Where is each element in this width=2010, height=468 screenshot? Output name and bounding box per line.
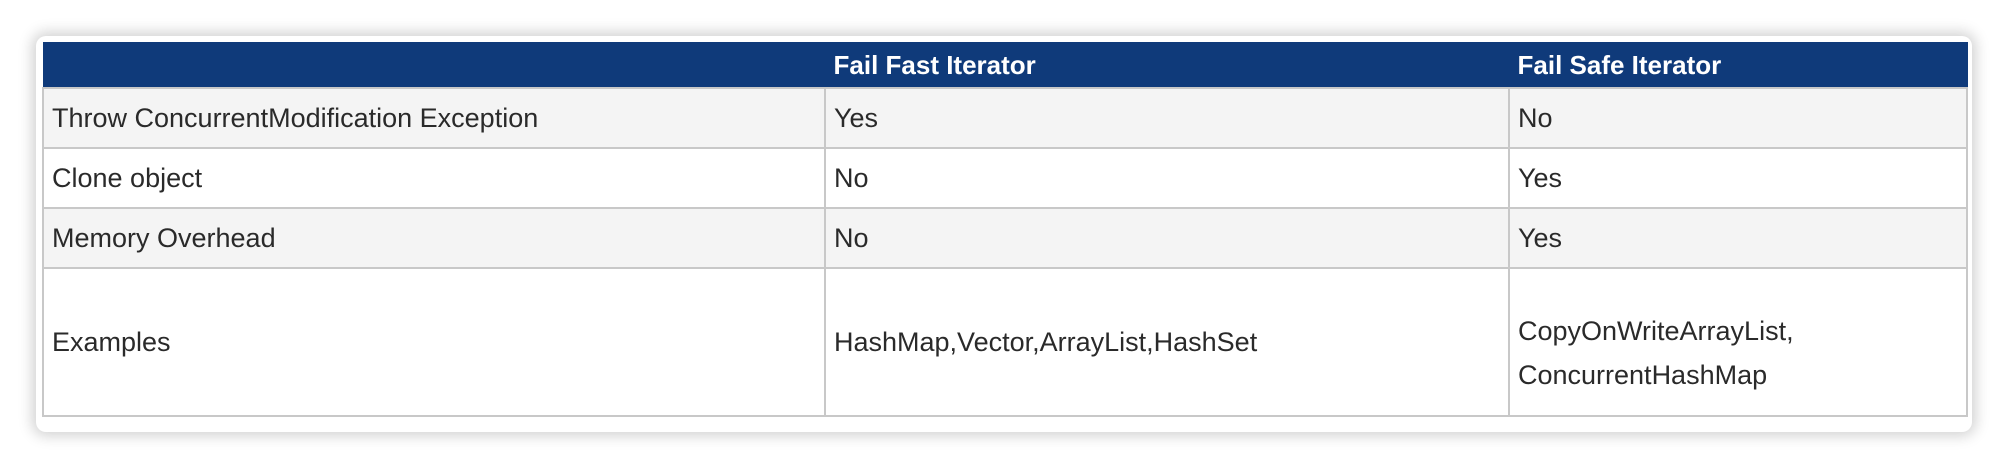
fail-fast-cell: HashMap,Vector,ArrayList,HashSet [824, 267, 1510, 417]
header-cell-fail-fast: Fail Fast Iterator [824, 42, 1510, 89]
header-row: Fail Fast Iterator Fail Safe Iterator [42, 42, 1968, 89]
row-label: Throw ConcurrentModification Exception [42, 87, 826, 149]
fail-safe-example-line-2: ConcurrentHashMap [1518, 360, 1768, 390]
fail-safe-cell: Yes [1508, 147, 1968, 209]
comparison-card: Fail Fast Iterator Fail Safe Iterator Th… [36, 36, 1972, 432]
fail-safe-cell: No [1508, 87, 1968, 149]
fail-fast-cell: Yes [824, 87, 1510, 149]
table-row: Clone object No Yes [42, 147, 1968, 209]
fail-fast-cell: No [824, 207, 1510, 269]
iterator-comparison-table: Fail Fast Iterator Fail Safe Iterator Th… [42, 42, 1968, 417]
table-row: Memory Overhead No Yes [42, 207, 1968, 269]
table-row: Throw ConcurrentModification Exception Y… [42, 87, 1968, 149]
fail-safe-cell: CopyOnWriteArrayList, ConcurrentHashMap [1508, 267, 1968, 417]
header-cell-fail-safe: Fail Safe Iterator [1508, 42, 1968, 89]
header-cell-empty [42, 42, 826, 89]
row-label: Clone object [42, 147, 826, 209]
fail-safe-cell: Yes [1508, 207, 1968, 269]
fail-fast-cell: No [824, 147, 1510, 209]
table-body: Throw ConcurrentModification Exception Y… [42, 87, 1968, 417]
table-header: Fail Fast Iterator Fail Safe Iterator [42, 42, 1968, 89]
fail-safe-example-line-1: CopyOnWriteArrayList, [1518, 316, 1794, 346]
row-label: Examples [42, 267, 826, 417]
table-row: Examples HashMap,Vector,ArrayList,HashSe… [42, 267, 1968, 417]
fail-safe-examples: CopyOnWriteArrayList, ConcurrentHashMap [1518, 287, 1958, 397]
row-label: Memory Overhead [42, 207, 826, 269]
